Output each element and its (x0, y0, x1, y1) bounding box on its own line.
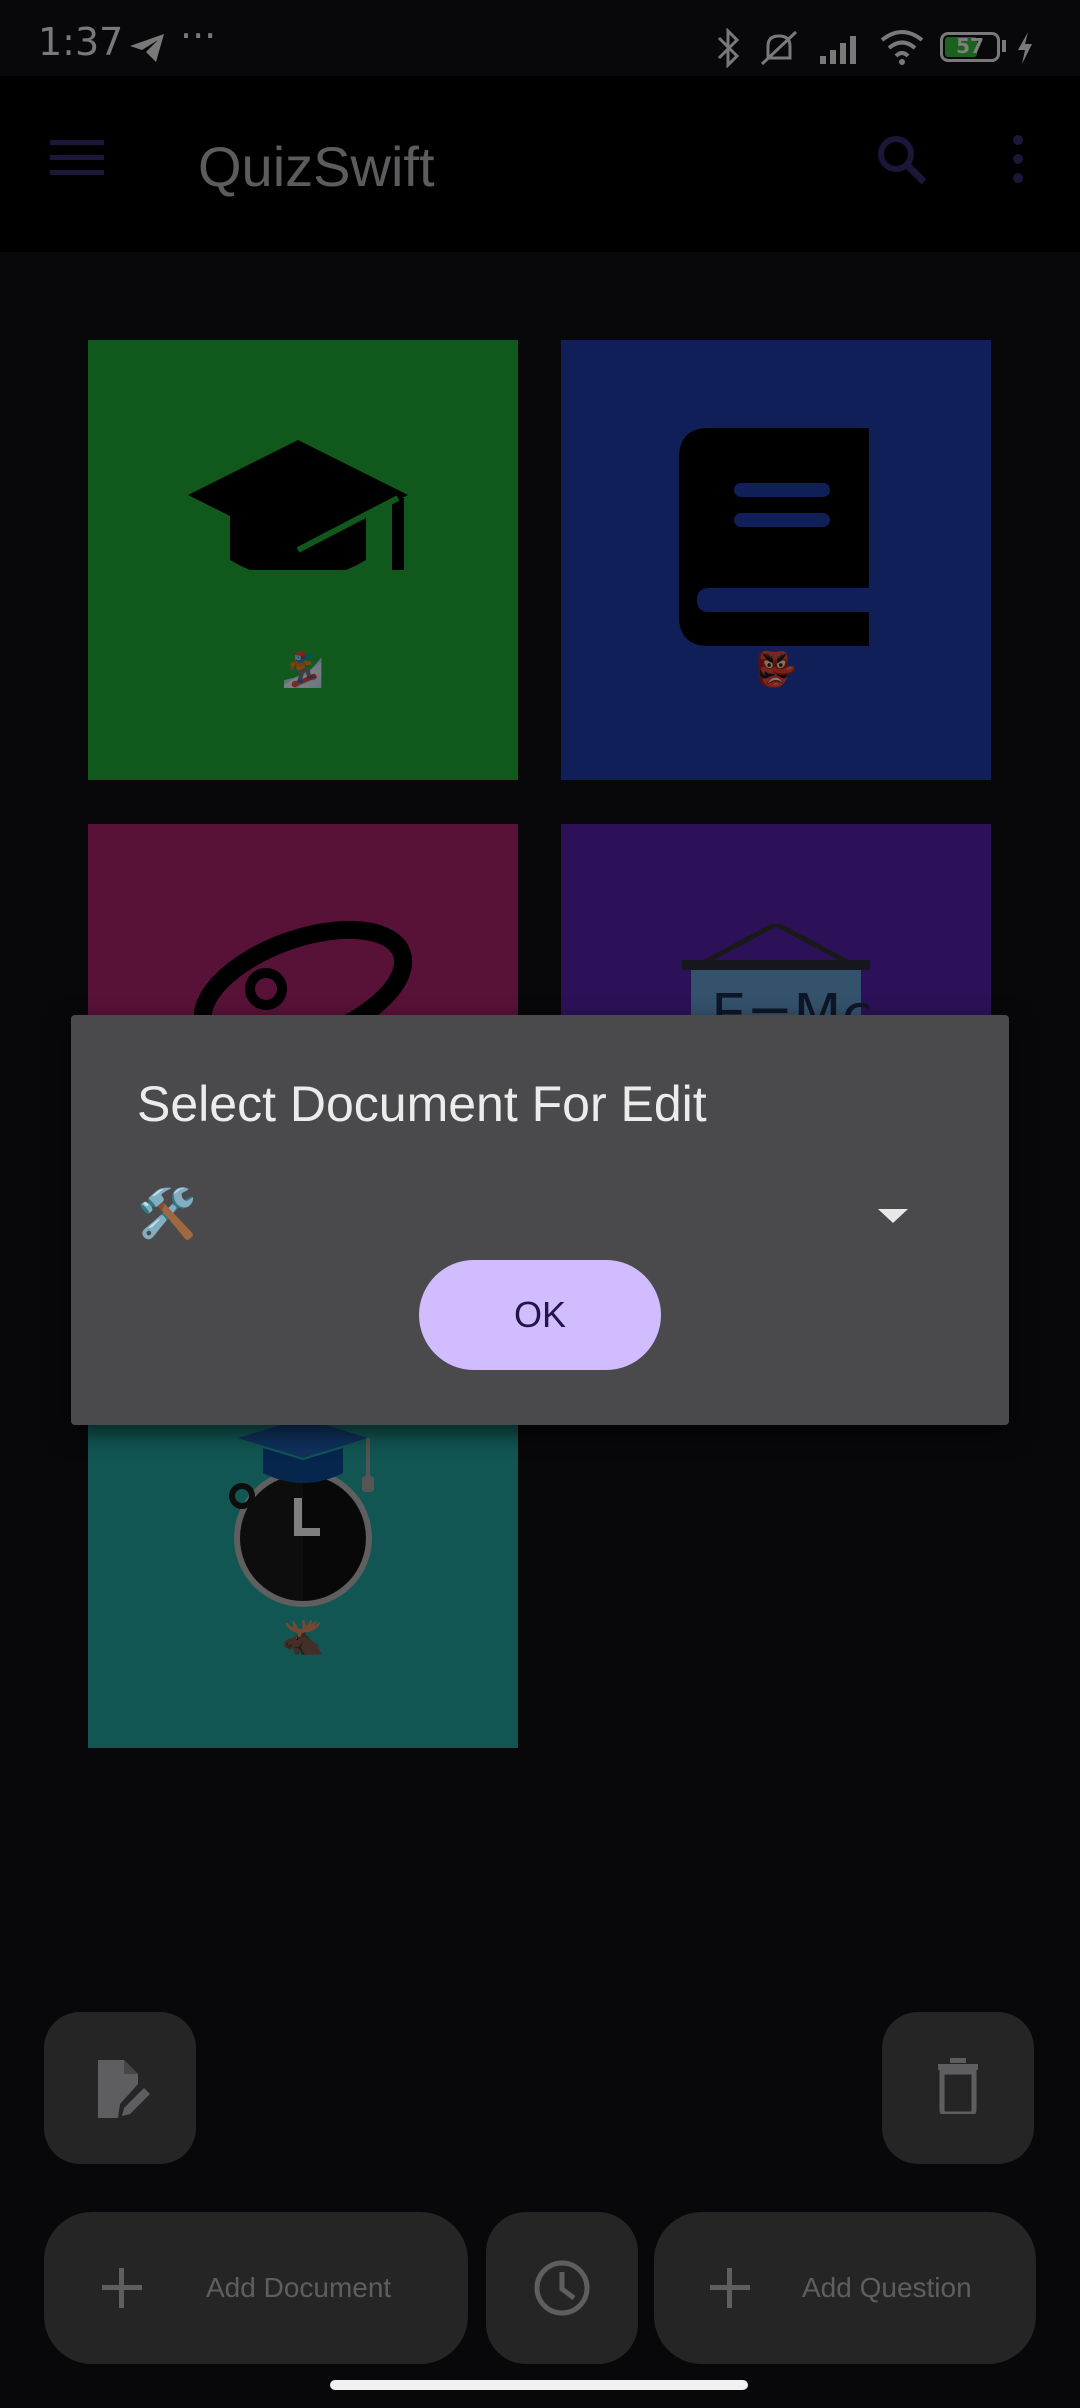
ok-button[interactable]: OK (419, 1260, 661, 1370)
dialog-title: Select Document For Edit (137, 1076, 707, 1132)
selected-document-value: 🛠️ (137, 1186, 197, 1242)
chevron-down-icon (878, 1209, 908, 1223)
document-select-dropdown[interactable]: 🛠️ (131, 1175, 931, 1255)
home-indicator[interactable] (330, 2380, 748, 2390)
select-document-dialog: Select Document For Edit 🛠️ OK (71, 1015, 1009, 1425)
